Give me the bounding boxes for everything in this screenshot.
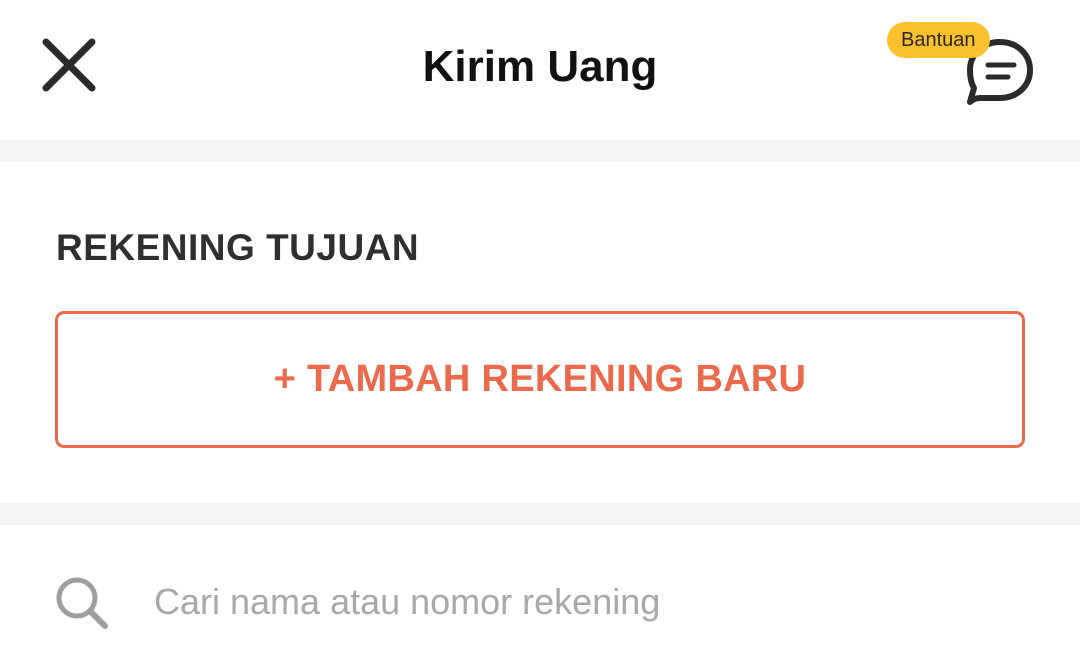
help-badge: Bantuan [887, 22, 990, 58]
search-bar [0, 525, 1080, 655]
add-new-account-label: + TAMBAH REKENING BARU [273, 358, 807, 400]
add-new-account-button[interactable]: + TAMBAH REKENING BARU [55, 311, 1025, 448]
section-heading-destination-account: REKENING TUJUAN [56, 227, 420, 268]
search-icon [56, 577, 108, 629]
help-button[interactable]: Bantuan [880, 18, 1050, 118]
search-input[interactable] [154, 575, 1034, 629]
send-money-screen: Kirim Uang Bantuan REKENING TUJUAN + TAM… [0, 0, 1080, 655]
section-divider [0, 140, 1080, 162]
section-divider [0, 503, 1080, 525]
app-header: Kirim Uang Bantuan [0, 0, 1080, 140]
